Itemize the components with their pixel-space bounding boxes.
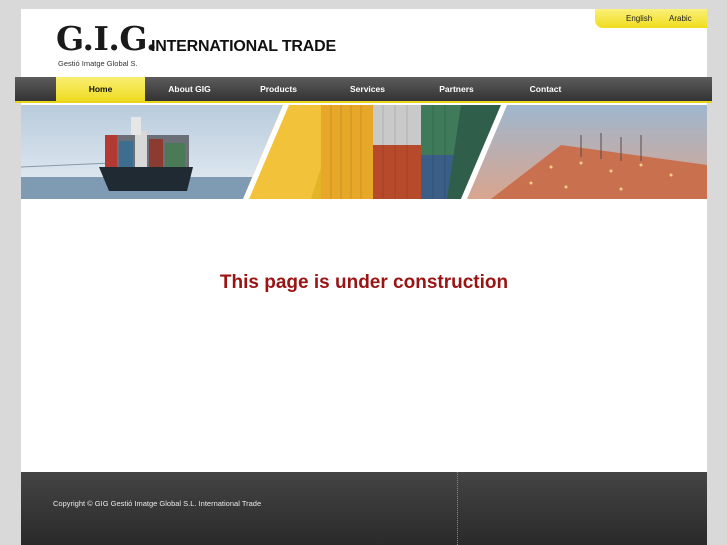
language-arabic-link[interactable]: Arabic — [669, 14, 692, 23]
logo-subtitle: Gestió Imatge Global S. — [58, 59, 138, 68]
site-title: INTERNATIONAL TRADE — [151, 38, 336, 55]
nav-item-contact[interactable]: Contact — [501, 77, 590, 101]
under-construction-notice: This page is under construction — [219, 272, 509, 293]
language-english-link[interactable]: English — [626, 14, 652, 23]
language-bar: English Arabic — [595, 9, 707, 28]
nav-item-services[interactable]: Services — [323, 77, 412, 101]
page-container: English Arabic G.I.G. Gestió Imatge Glob… — [15, 9, 712, 545]
logo-mark: G.I.G. — [56, 19, 157, 58]
nav-item-about-gig[interactable]: About GIG — [145, 77, 234, 101]
footer-divider — [457, 472, 458, 545]
header-banner-image — [21, 105, 707, 199]
footer: Copyright © GIG Gestió Imatge Global S.L… — [21, 472, 707, 545]
nav-item-partners[interactable]: Partners — [412, 77, 501, 101]
site-logo[interactable]: G.I.G. Gestió Imatge Global S. INTERNATI… — [56, 21, 356, 71]
nav-item-products[interactable]: Products — [234, 77, 323, 101]
main-navigation: Home About GIG Products Services Partner… — [15, 77, 712, 103]
copyright-text: Copyright © GIG Gestió Imatge Global S.L… — [53, 499, 262, 508]
nav-item-home[interactable]: Home — [56, 77, 145, 101]
